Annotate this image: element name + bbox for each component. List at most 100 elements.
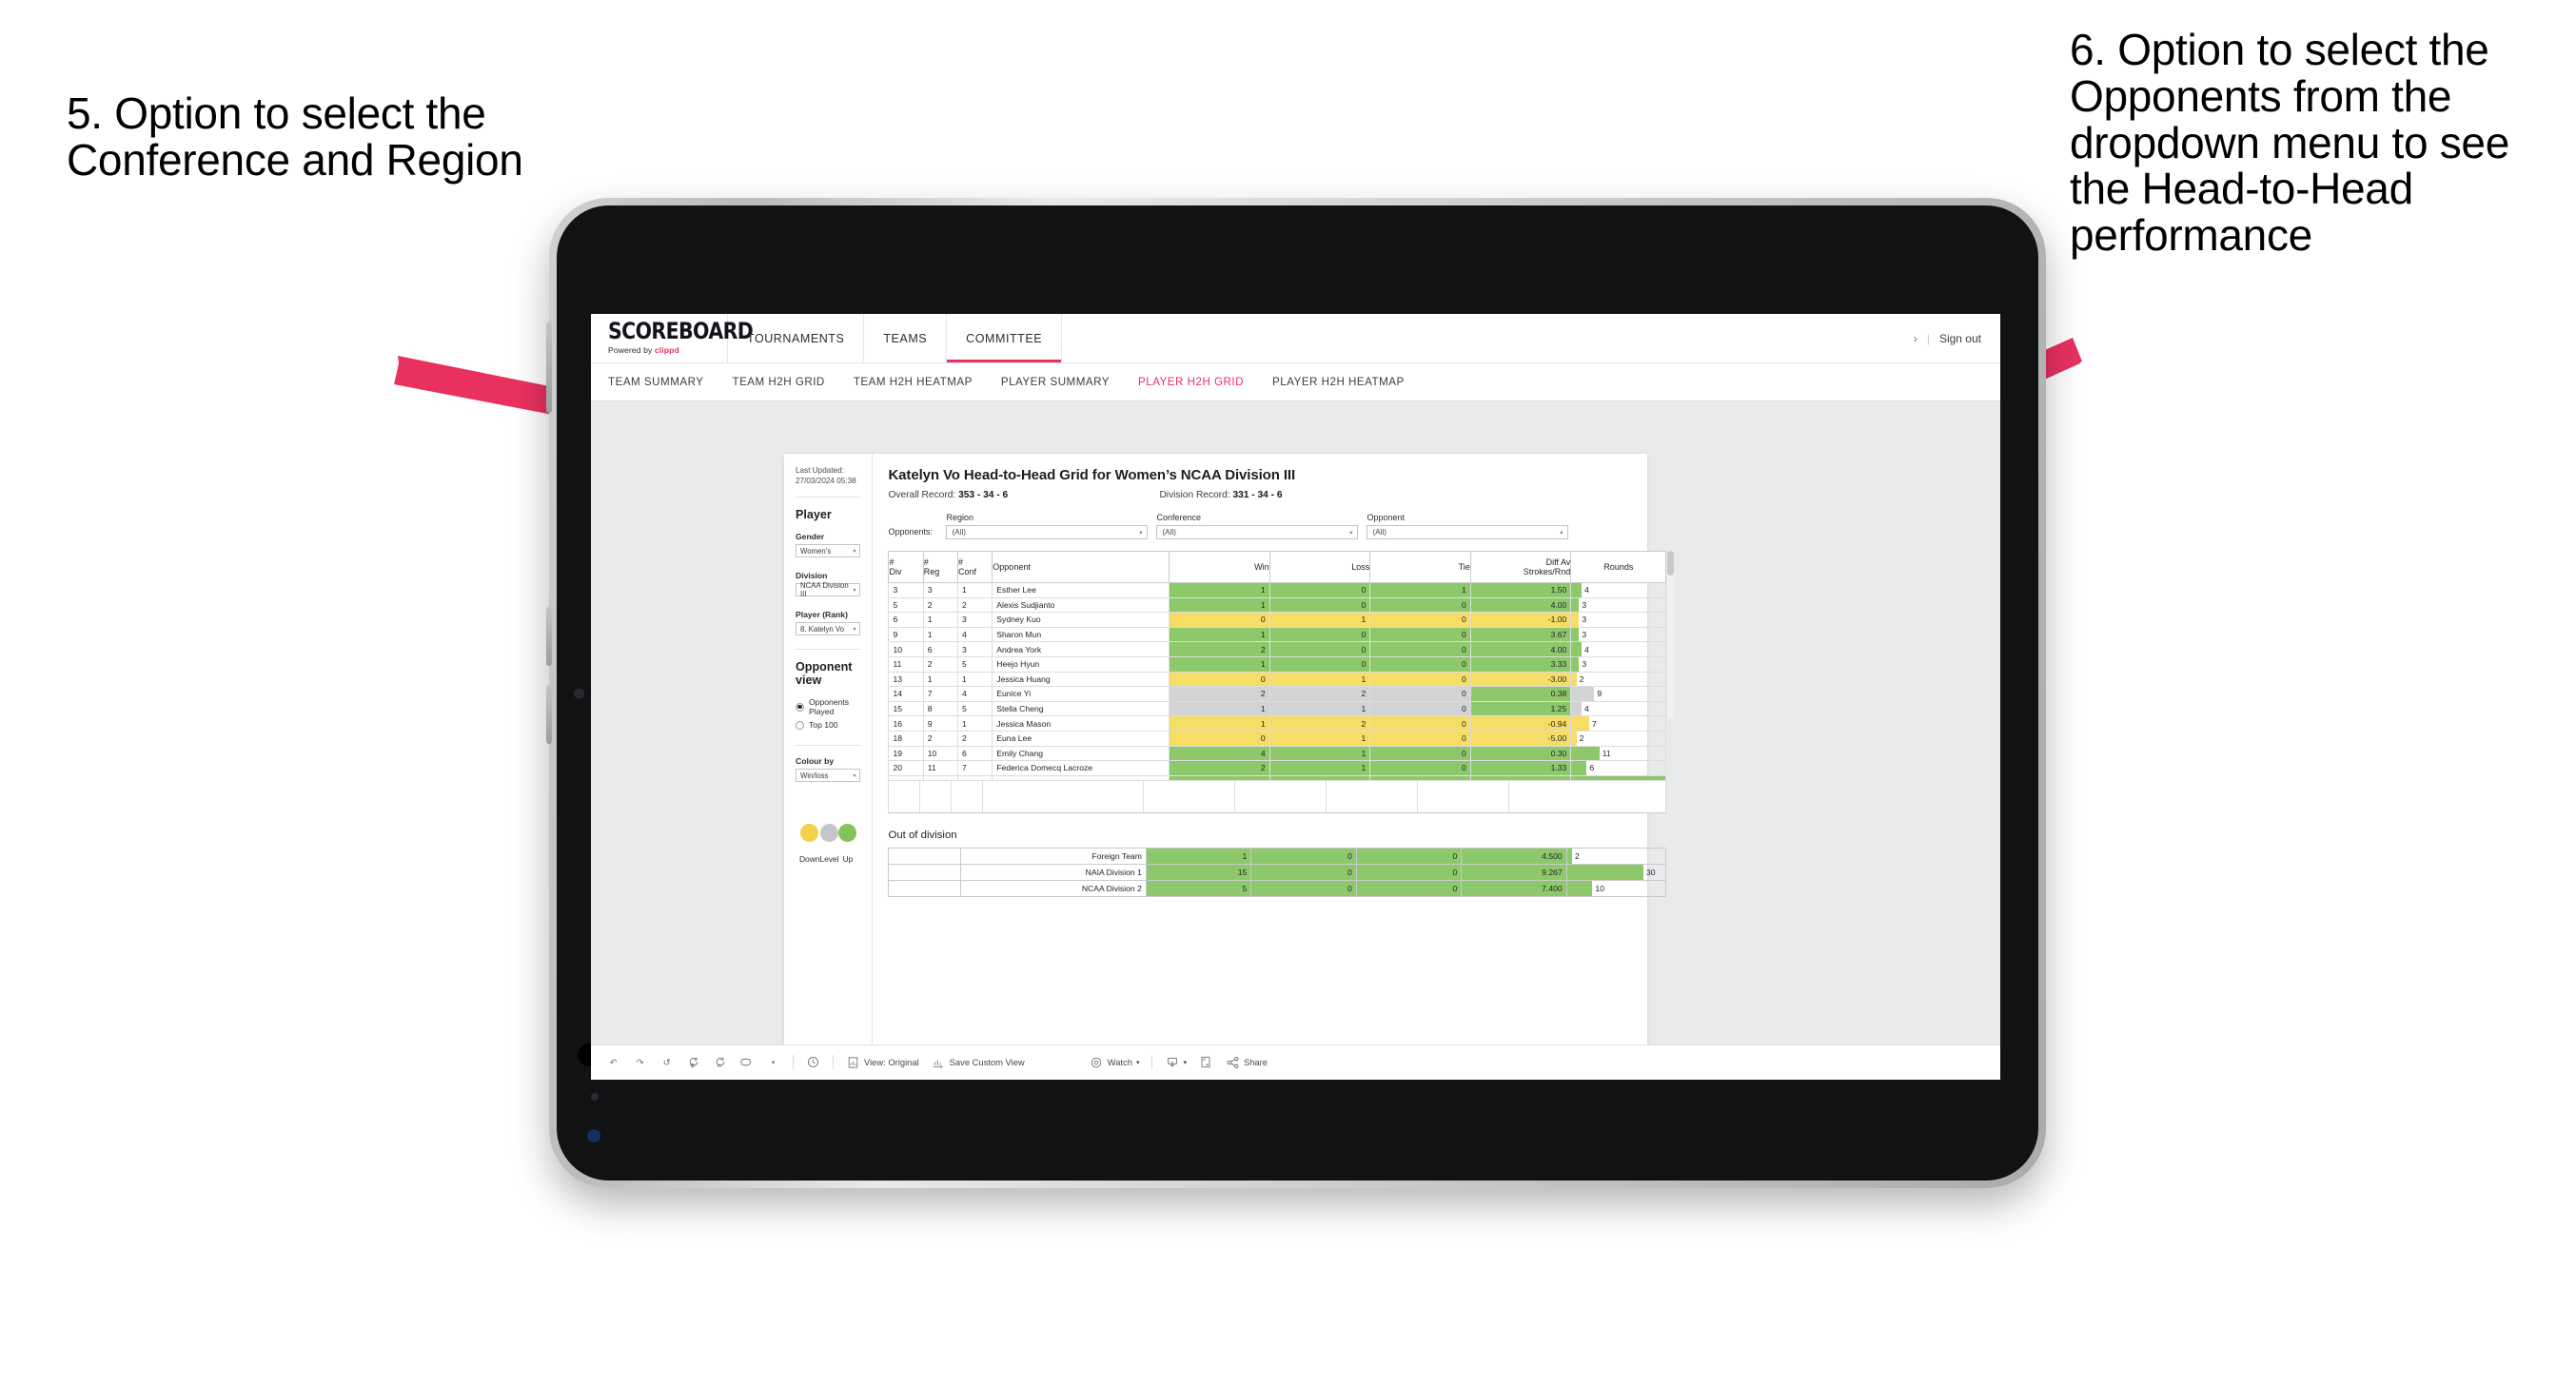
- table-row[interactable]: 15 8 5 Stella Cheng 1 1 0 1.25 4: [888, 700, 1667, 717]
- cell-div: 5: [888, 596, 924, 614]
- radio-opponents-played[interactable]: Opponents Played: [796, 697, 860, 716]
- division-select[interactable]: NCAA Division III ▾: [796, 581, 861, 598]
- table-row[interactable]: Foreign Team 1 0 0 4.500 2: [888, 847, 1667, 865]
- sensor-dot: [591, 1093, 599, 1101]
- view-original-label: View: Original: [864, 1057, 919, 1067]
- refresh-icon[interactable]: [686, 1055, 700, 1069]
- cell-tie: 0: [1369, 745, 1471, 762]
- conference-select[interactable]: (All) ▾: [1156, 525, 1359, 539]
- gender-select[interactable]: Women’s ▾: [796, 544, 861, 558]
- cell-partial: [1369, 774, 1471, 781]
- tab-team-summary[interactable]: TEAM SUMMARY: [608, 376, 703, 388]
- col-diff[interactable]: Diff Av Strokes/Rnd: [1469, 551, 1572, 583]
- cell-rounds: 11: [1570, 745, 1667, 762]
- undo-icon[interactable]: ↶: [606, 1055, 620, 1069]
- toolbar-divider-2: [833, 1055, 834, 1069]
- chevron-down-icon: ▾: [1135, 1059, 1140, 1066]
- brand-logo[interactable]: SCOREBOARD Powered by clippd: [591, 314, 754, 362]
- cell-tie: 0: [1369, 760, 1471, 776]
- grid-vertical-scrollbar[interactable]: [1667, 551, 1675, 718]
- download-button[interactable]: ▾: [1165, 1055, 1187, 1069]
- chevron-down-icon: ▾: [853, 587, 856, 594]
- rounds-bar: [1571, 613, 1580, 627]
- nav-committee[interactable]: COMMITTEE: [947, 314, 1063, 362]
- rounds-value: 11: [1602, 748, 1611, 758]
- view-original-button[interactable]: View: Original: [846, 1055, 919, 1069]
- revert-icon[interactable]: ↺: [659, 1055, 674, 1069]
- table-row[interactable]: 11 2 5 Heejo Hyun 1 0 0 3.33 3: [888, 655, 1667, 673]
- table-row[interactable]: 18 2 2 Euna Lee 0 1 0 -5.00 2: [888, 730, 1667, 747]
- table-row[interactable]: 19 10 6 Emily Chang 4 1 0 0.30 11: [888, 745, 1667, 762]
- region-select[interactable]: (All) ▾: [946, 525, 1149, 539]
- col-win[interactable]: Win: [1169, 551, 1270, 583]
- player-rank-select[interactable]: 8. Katelyn Vo ▾: [796, 622, 861, 636]
- col-div[interactable]: # Div: [888, 551, 924, 583]
- share-button[interactable]: Share: [1226, 1055, 1268, 1069]
- table-row[interactable]: NCAA Division 2 5 0 0 7.400 10: [888, 879, 1667, 897]
- highlight-icon[interactable]: [739, 1055, 754, 1069]
- opponent-view-heading: Opponent view: [796, 660, 853, 688]
- rounds-bar: [1571, 746, 1600, 761]
- chevron-down-icon: ▾: [1183, 1059, 1187, 1066]
- table-row[interactable]: NAIA Division 1 15 0 0 9.267 30: [888, 863, 1667, 881]
- table-row[interactable]: 6 1 3 Sydney Kuo 0 1 0 -1.00 3: [888, 612, 1667, 628]
- col-reg[interactable]: # Reg: [922, 551, 959, 583]
- col-tie[interactable]: Tie: [1369, 551, 1471, 583]
- fullscreen-icon[interactable]: [1199, 1055, 1213, 1069]
- table-row[interactable]: 14 7 4 Eunice Yi 2 2 0 0.38 9: [888, 686, 1667, 702]
- volume-up-button[interactable]: [546, 607, 552, 666]
- cell-spacer: [888, 847, 962, 865]
- chevron-down-icon: ▾: [1349, 529, 1353, 537]
- opponent-select[interactable]: (All) ▾: [1367, 525, 1569, 539]
- cell-group-name: Foreign Team: [960, 847, 1147, 865]
- col-loss[interactable]: Loss: [1268, 551, 1371, 583]
- pause-icon[interactable]: [713, 1055, 727, 1069]
- rounds-bar: [1571, 687, 1595, 701]
- redo-icon[interactable]: ↷: [633, 1055, 647, 1069]
- cell-partial: [888, 774, 924, 781]
- save-custom-view-button[interactable]: Save Custom View: [932, 1055, 1025, 1069]
- table-row-partial[interactable]: [888, 774, 1667, 781]
- sign-out-link[interactable]: Sign out: [1939, 332, 1981, 345]
- user-chevron-icon[interactable]: ›: [1914, 332, 1917, 345]
- gender-label: Gender: [796, 532, 825, 542]
- col-rounds[interactable]: Rounds: [1570, 551, 1667, 583]
- watch-icon: [1090, 1055, 1104, 1069]
- table-row[interactable]: 10 6 3 Andrea York 2 0 0 4.00 4: [888, 641, 1667, 657]
- tab-player-h2h-grid[interactable]: PLAYER H2H GRID: [1138, 376, 1244, 388]
- save-custom-view-label: Save Custom View: [949, 1057, 1025, 1067]
- tab-team-h2h-heatmap[interactable]: TEAM H2H HEATMAP: [854, 376, 973, 388]
- tab-team-h2h-grid[interactable]: TEAM H2H GRID: [732, 376, 824, 388]
- cell-diff: -5.00: [1469, 730, 1572, 747]
- nav-tournaments[interactable]: TOURNAMENTS: [728, 314, 865, 362]
- radio-top-100[interactable]: Top 100: [796, 720, 860, 730]
- cell-rounds: 2: [1565, 847, 1667, 865]
- cell-opponent: Emily Chang: [992, 745, 1170, 762]
- front-camera-icon: [574, 688, 584, 698]
- table-row[interactable]: 5 2 2 Alexis Sudjianto 1 0 0 4.00 3: [888, 596, 1667, 614]
- cell-win: 2: [1169, 760, 1270, 776]
- table-row[interactable]: 9 1 4 Sharon Mun 1 0 0 3.67 3: [888, 626, 1667, 643]
- volume-down-button[interactable]: [546, 685, 552, 744]
- table-row[interactable]: 13 1 1 Jessica Huang 0 1 0 -3.00 2: [888, 671, 1667, 688]
- table-row[interactable]: 3 3 1 Esther Lee 1 0 1 1.50 4: [888, 582, 1667, 598]
- opponents-label: Opponents:: [888, 527, 933, 537]
- brand-title: SCOREBOARD: [608, 317, 754, 344]
- chevron-down-icon[interactable]: ▾: [766, 1055, 780, 1069]
- rounds-bar: [1571, 642, 1583, 656]
- scrollbar-thumb[interactable]: [1667, 551, 1675, 576]
- cell-reg: 1: [922, 626, 959, 643]
- tab-player-h2h-heatmap[interactable]: PLAYER H2H HEATMAP: [1272, 376, 1405, 388]
- colour-by-select[interactable]: Win/loss ▾: [796, 769, 861, 783]
- table-row[interactable]: 20 11 7 Federica Domecq Lacroze 2 1 0 1.33 6: [888, 760, 1667, 776]
- conference-label: Conference: [1156, 513, 1201, 522]
- power-button[interactable]: [546, 322, 552, 413]
- watch-button[interactable]: Watch ▾: [1090, 1055, 1140, 1069]
- chevron-down-icon: ▾: [853, 626, 856, 633]
- col-opponent[interactable]: Opponent: [992, 551, 1170, 583]
- col-conf[interactable]: # Conf: [957, 551, 993, 583]
- nav-teams[interactable]: TEAMS: [864, 314, 948, 362]
- clock-icon[interactable]: [806, 1055, 820, 1069]
- tab-player-summary[interactable]: PLAYER SUMMARY: [1001, 376, 1110, 388]
- table-row[interactable]: 16 9 1 Jessica Mason 1 2 0 -0.94 7: [888, 715, 1667, 732]
